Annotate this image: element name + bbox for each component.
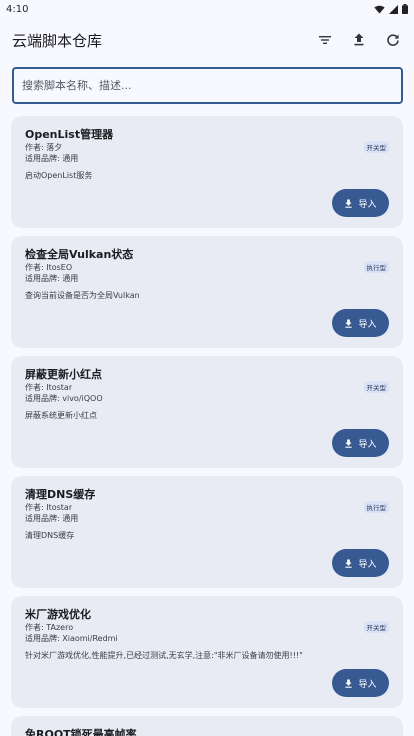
import-label: 导入 [358,319,377,330]
download-icon [345,438,353,448]
script-description: 启动OpenList服务 [25,171,93,180]
status-icons [374,4,408,14]
script-title: OpenList管理器 [25,128,114,141]
signal-icon [389,4,398,14]
script-type-badge: 执行型 [363,501,389,513]
script-card: 屏蔽更新小红点 作者: Itostar 适用品牌: vivo/iQOO 屏蔽系统… [11,356,403,468]
status-time: 4:10 [6,3,29,15]
script-author: 作者: 落夕 [25,143,63,152]
script-card: 清理DNS缓存 作者: Itostar 适用品牌: 通用 清理DNS缓存 执行型… [11,476,403,588]
script-type-badge: 执行型 [363,261,389,273]
filter-button[interactable] [308,23,342,57]
import-button[interactable]: 导入 [332,429,389,457]
script-description: 查询当前设备是否为全局Vulkan [25,291,140,300]
refresh-icon [387,34,399,46]
script-description: 屏蔽系统更新小红点 [25,411,97,420]
wifi-icon [374,5,385,14]
import-button[interactable]: 导入 [332,309,389,337]
script-brand: 适用品牌: 通用 [25,154,79,163]
script-brand: 适用品牌: 通用 [25,274,79,283]
import-button[interactable]: 导入 [332,549,389,577]
upload-icon [354,33,364,46]
refresh-button[interactable] [376,23,410,57]
search-field[interactable] [12,67,403,104]
script-author: 作者: ItosEO [25,263,73,272]
script-list: OpenList管理器 作者: 落夕 适用品牌: 通用 启动OpenList服务… [11,116,403,736]
import-label: 导入 [358,439,377,450]
script-title: 屏蔽更新小红点 [25,368,102,381]
battery-icon [402,4,408,14]
script-type-badge: 开关型 [363,141,389,153]
upload-button[interactable] [342,23,376,57]
import-label: 导入 [358,199,377,210]
script-title: 清理DNS缓存 [25,488,96,501]
script-description: 清理DNS缓存 [25,531,75,540]
script-title: 免ROOT锁死最高帧率 [25,728,137,736]
search-input[interactable] [22,79,401,92]
script-card: 免ROOT锁死最高帧率 [11,716,403,736]
script-title: 检查全局Vulkan状态 [25,248,134,261]
import-label: 导入 [358,679,377,690]
script-author: 作者: Itostar [25,383,73,392]
script-author: 作者: Itostar [25,503,73,512]
script-author: 作者: TAzero [25,623,74,632]
script-type-badge: 开关型 [363,381,389,393]
script-card: 检查全局Vulkan状态 作者: ItosEO 适用品牌: 通用 查询当前设备是… [11,236,403,348]
script-description: 针对米厂游戏优化,性能提升,已经过测试,无玄学,注意:"非米厂设备请勿使用!!!… [25,651,303,660]
script-card: OpenList管理器 作者: 落夕 适用品牌: 通用 启动OpenList服务… [11,116,403,228]
import-label: 导入 [358,559,377,570]
script-type-badge: 开关型 [363,621,389,633]
download-icon [345,678,353,688]
page-title: 云端脚本仓库 [12,31,103,50]
top-app-bar: 云端脚本仓库 [0,20,414,60]
app-bar-actions [308,20,410,60]
filter-icon [319,36,331,44]
script-brand: 适用品牌: vivo/iQOO [25,394,103,403]
script-card: 米厂游戏优化 作者: TAzero 适用品牌: Xiaomi/Redmi 针对米… [11,596,403,708]
script-brand: 适用品牌: Xiaomi/Redmi [25,634,118,643]
import-button[interactable]: 导入 [332,669,389,697]
download-icon [345,558,353,568]
download-icon [345,198,353,208]
status-bar: 4:10 [0,0,414,18]
download-icon [345,318,353,328]
script-title: 米厂游戏优化 [25,608,91,621]
script-brand: 适用品牌: 通用 [25,514,79,523]
import-button[interactable]: 导入 [332,189,389,217]
